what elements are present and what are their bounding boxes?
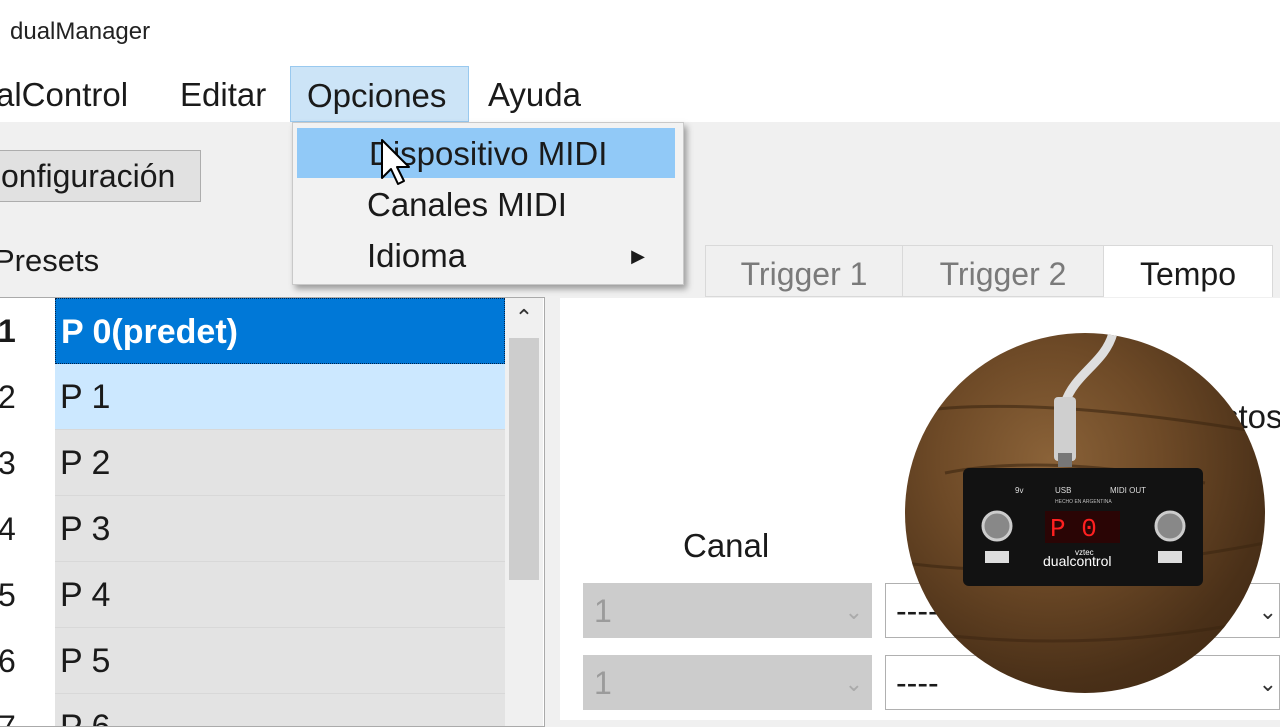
menu-dualcontrol[interactable]: alControl xyxy=(0,66,128,122)
row-name[interactable]: P 6 xyxy=(55,694,505,726)
canal-label: Canal xyxy=(683,527,770,564)
device-display: P 0 xyxy=(1050,514,1097,544)
chevron-down-icon: ⌄ xyxy=(844,599,863,624)
list-item[interactable]: 1 P 0(predet) xyxy=(0,298,505,364)
row-number: 3 xyxy=(0,430,38,496)
row-name[interactable]: P 4 xyxy=(55,562,505,628)
menu-item-dispositivo-midi[interactable]: Dispositivo MIDI xyxy=(297,128,675,178)
tab-trigger-1[interactable]: Trigger 1 xyxy=(705,245,903,297)
tab-trigger-2[interactable]: Trigger 2 xyxy=(902,245,1104,297)
tab-tempo[interactable]: Tempo xyxy=(1103,245,1273,297)
list-item[interactable]: 6 P 5 xyxy=(0,628,505,694)
combo-value: 1 xyxy=(594,593,612,629)
row-number: 2 xyxy=(0,364,38,430)
canal-select-1[interactable]: 1 ⌄ xyxy=(583,583,872,638)
device-midi-label: MIDI OUT xyxy=(1110,486,1146,495)
row-name[interactable]: P 2 xyxy=(55,430,505,496)
menu-editar[interactable]: Editar xyxy=(180,66,266,122)
title-bar xyxy=(0,0,1280,66)
row-number: 7 xyxy=(0,694,38,726)
row-name[interactable]: P 0(predet) xyxy=(55,298,505,364)
chevron-down-icon: ⌄ xyxy=(844,671,863,696)
row-number: 1 xyxy=(0,298,38,364)
menu-item-idioma-label: Idioma xyxy=(367,237,467,274)
combo-value: 1 xyxy=(594,665,612,701)
opciones-dropdown-menu: Dispositivo MIDI Canales MIDI Idioma ▶ xyxy=(292,122,684,285)
row-name[interactable]: P 1 xyxy=(55,364,505,430)
row-name[interactable]: P 5 xyxy=(55,628,505,694)
device-photo: 9v USB MIDI OUT HECHO EN ARGENTINA P 0 v… xyxy=(905,333,1265,693)
scroll-up-icon[interactable]: ⌃ xyxy=(505,298,543,338)
device-model: dualcontrol xyxy=(1043,553,1112,569)
canal-select-2[interactable]: 1 ⌄ xyxy=(583,655,872,710)
menu-item-canales-midi[interactable]: Canales MIDI xyxy=(297,179,675,229)
mouse-cursor-icon xyxy=(381,139,410,185)
device-made-label: HECHO EN ARGENTINA xyxy=(1055,499,1112,505)
row-number: 6 xyxy=(0,628,38,694)
submenu-arrow-icon: ▶ xyxy=(631,246,645,266)
menu-item-idioma[interactable]: Idioma ▶ xyxy=(297,230,675,280)
device-9v-label: 9v xyxy=(1015,486,1023,495)
device-usb-label: USB xyxy=(1055,486,1071,495)
row-number: 4 xyxy=(0,496,38,562)
list-item[interactable]: 3 P 2 xyxy=(0,430,505,496)
scroll-thumb[interactable] xyxy=(509,338,539,580)
menu-ayuda[interactable]: Ayuda xyxy=(488,66,581,122)
configuration-button[interactable]: onfiguración xyxy=(0,150,201,202)
window-title: dualManager xyxy=(10,18,151,45)
list-item[interactable]: 5 P 4 xyxy=(0,562,505,628)
row-number: 5 xyxy=(0,562,38,628)
list-item[interactable]: 4 P 3 xyxy=(0,496,505,562)
presets-label: Presets xyxy=(0,243,100,278)
menu-opciones[interactable]: Opciones xyxy=(290,66,469,122)
presets-list[interactable]: 1 P 0(predet) 2 P 1 3 P 2 4 P 3 5 P 4 6 … xyxy=(0,297,545,727)
list-item[interactable]: 2 P 1 xyxy=(0,364,505,430)
row-name[interactable]: P 3 xyxy=(55,496,505,562)
list-item[interactable]: 7 P 6 xyxy=(0,694,505,726)
